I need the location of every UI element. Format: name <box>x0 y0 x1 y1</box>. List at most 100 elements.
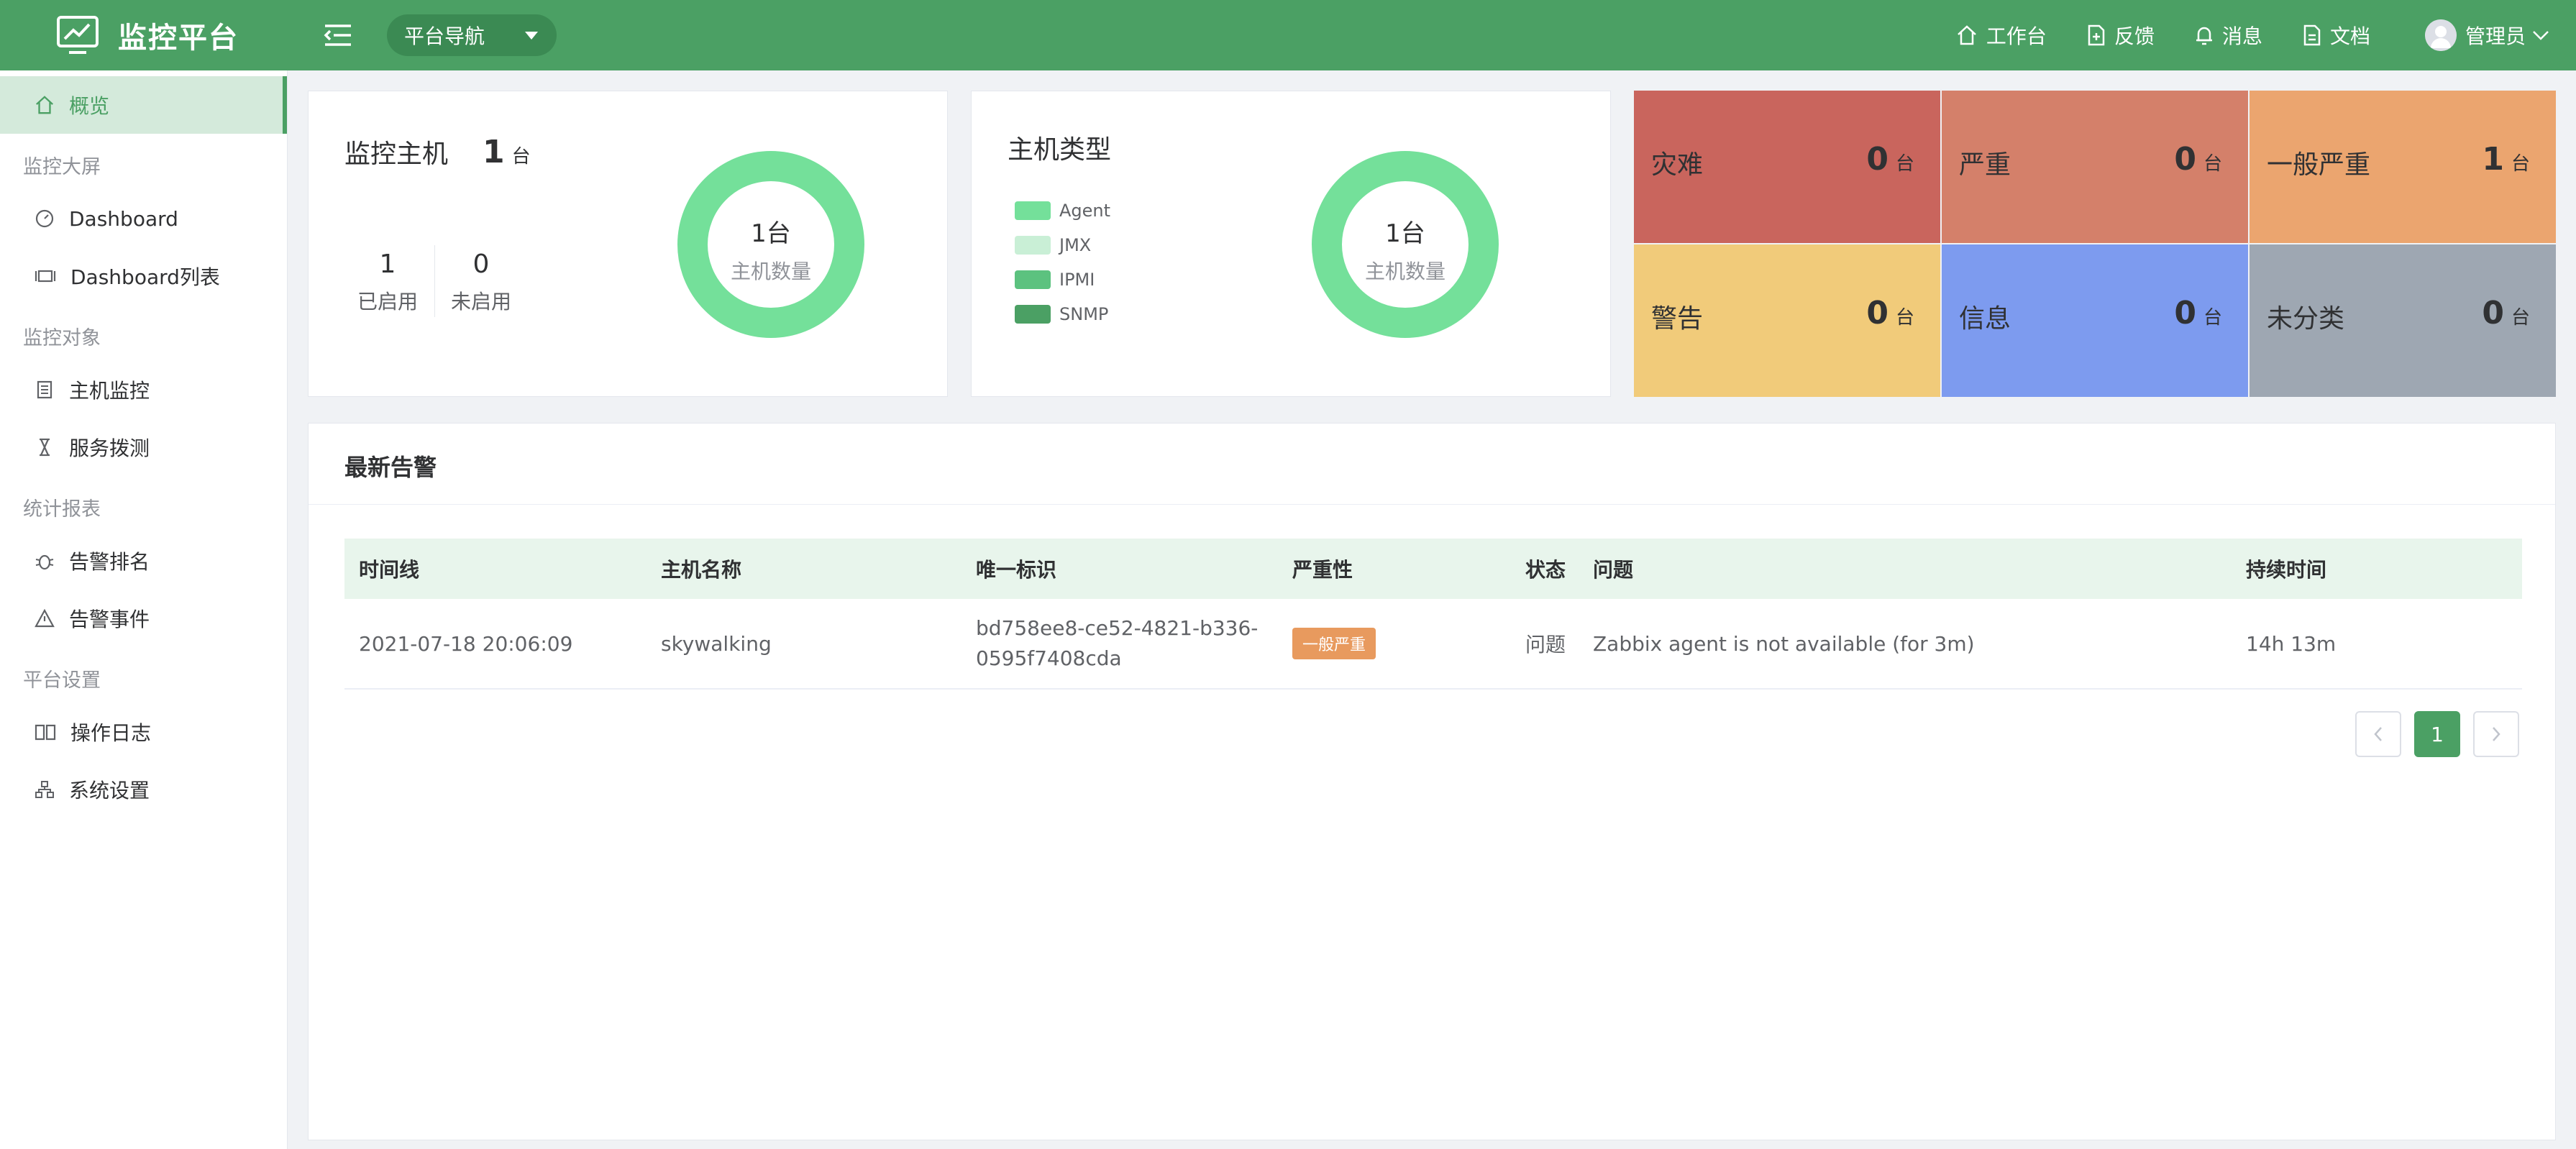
severity-name: 一般严重 <box>2267 150 2371 180</box>
severity-name: 未分类 <box>2267 304 2345 334</box>
legend-item-jmx[interactable]: JMX <box>1015 228 1110 262</box>
sidebar-item-service-probe[interactable]: 服务拨测 <box>0 418 287 476</box>
logo[interactable]: 监控平台 <box>0 0 288 70</box>
legend-swatch <box>1015 236 1051 255</box>
caret-down-icon <box>525 31 538 40</box>
cell-duration: 14h 13m <box>2246 631 2337 656</box>
sidebar-item-dashboard[interactable]: Dashboard <box>0 190 287 247</box>
next-page-button[interactable] <box>2473 711 2519 757</box>
column-header-severity[interactable]: 严重性 <box>1278 554 1511 583</box>
book-icon <box>35 724 56 741</box>
severity-count: 0台 <box>1866 295 1914 331</box>
severity-tile-info[interactable]: 信息 0台 <box>1942 244 2248 397</box>
alerts-table: 时间线 主机名称 唯一标识 严重性 状态 问题 持续时间 2021-07-18 … <box>344 539 2522 690</box>
enabled-hosts-value: 1 <box>379 250 396 279</box>
platform-nav-dropdown[interactable]: 平台导航 <box>387 14 557 56</box>
header-messages-link[interactable]: 消息 <box>2195 21 2262 50</box>
severity-name: 严重 <box>1959 150 2011 180</box>
column-header-uid[interactable]: 唯一标识 <box>962 554 1278 583</box>
server-icon <box>37 380 52 399</box>
platform-nav-label: 平台导航 <box>404 24 485 48</box>
severity-tile-disaster[interactable]: 灾难 0台 <box>1634 91 1940 243</box>
sidebar-item-label: 主机监控 <box>69 379 150 403</box>
dashboard-gauge-icon <box>35 209 54 228</box>
column-header-duration[interactable]: 持续时间 <box>2232 554 2522 583</box>
sidebar-item-label: Dashboard <box>69 206 178 231</box>
monitored-hosts-unit: 台 <box>511 146 531 168</box>
sidebar-item-label: Dashboard列表 <box>70 265 220 289</box>
column-header-status[interactable]: 状态 <box>1511 554 1579 583</box>
menu-fold-icon[interactable] <box>318 15 358 55</box>
cell-uid: bd758ee8-ce52-4821-b336- 0595f7408cda <box>976 616 1259 670</box>
severity-count: 0台 <box>2174 295 2222 331</box>
cell-host: skywalking <box>661 631 772 656</box>
header-docs-link[interactable]: 文档 <box>2303 21 2370 50</box>
divider <box>309 504 2555 505</box>
severity-tile-average[interactable]: 一般严重 1台 <box>2250 91 2556 243</box>
severity-tile-high[interactable]: 严重 0台 <box>1942 91 2248 243</box>
host-types-title: 主机类型 <box>1008 135 1112 165</box>
org-chart-icon <box>35 781 54 798</box>
sidebar-item-system-settings[interactable]: 系统设置 <box>0 761 287 818</box>
hourglass-icon <box>40 438 50 457</box>
prev-page-button[interactable] <box>2355 711 2401 757</box>
disabled-hosts-value: 0 <box>472 250 490 279</box>
host-types-card: 主机类型 Agent JMX IPMI SNMP 1台 主机数量 <box>971 91 1611 397</box>
cell-status: 问题 <box>1525 633 1566 656</box>
donut-caption: 主机数量 <box>730 260 811 283</box>
header-feedback-label: 反馈 <box>2114 24 2155 48</box>
bug-icon <box>35 554 54 570</box>
sidebar: 概览 监控大屏 Dashboard Dashboard列表 监控对象 主机监控 … <box>0 70 288 1149</box>
header-workbench-label: 工作台 <box>1986 24 2047 48</box>
chart-logo-icon <box>55 12 101 58</box>
user-name: 管理员 <box>2465 24 2526 48</box>
user-menu[interactable]: 管理员 <box>2424 19 2550 51</box>
column-header-problem[interactable]: 问题 <box>1579 554 2232 583</box>
severity-count: 0台 <box>1866 141 1914 178</box>
legend-item-agent[interactable]: Agent <box>1015 193 1110 228</box>
legend-swatch <box>1015 305 1051 324</box>
disabled-hosts-label: 未启用 <box>450 290 511 313</box>
page-1-button[interactable]: 1 <box>2414 711 2460 757</box>
legend-item-snmp[interactable]: SNMP <box>1015 297 1110 331</box>
table-row[interactable]: 2021-07-18 20:06:09 skywalking bd758ee8-… <box>344 599 2522 690</box>
severity-tile-unclassified[interactable]: 未分类 0台 <box>2250 244 2556 397</box>
sidebar-group-title: 平台设置 <box>23 669 101 692</box>
sidebar-item-overview[interactable]: 概览 <box>0 76 287 134</box>
cell-time: 2021-07-18 20:06:09 <box>359 631 573 656</box>
severity-name: 信息 <box>1959 304 2011 334</box>
donut-value: 1台 <box>751 219 791 248</box>
severity-count: 0台 <box>2174 141 2222 178</box>
chevron-right-icon <box>2493 727 2500 741</box>
severity-tile-warning[interactable]: 警告 0台 <box>1634 244 1940 397</box>
avatar <box>2424 19 2457 51</box>
sidebar-item-operation-log[interactable]: 操作日志 <box>0 703 287 761</box>
header-feedback-link[interactable]: 反馈 <box>2087 21 2155 50</box>
column-header-host[interactable]: 主机名称 <box>647 554 962 583</box>
sidebar-group-title: 统计报表 <box>23 498 101 521</box>
warning-icon <box>35 608 55 628</box>
header-messages-label: 消息 <box>2221 24 2262 48</box>
dashboard-list-icon <box>35 270 56 283</box>
monitored-hosts-count: 1 <box>483 134 505 170</box>
sidebar-item-host-monitor[interactable]: 主机监控 <box>0 361 287 418</box>
column-header-time[interactable]: 时间线 <box>344 554 647 583</box>
chevron-down-icon <box>2533 31 2549 40</box>
host-count-donut-label: 1台 主机数量 <box>699 214 843 285</box>
home-icon <box>1958 25 1976 45</box>
disabled-hosts-stat: 0 未启用 <box>445 250 517 315</box>
sidebar-item-alert-ranking[interactable]: 告警排名 <box>0 532 287 590</box>
legend-item-ipmi[interactable]: IPMI <box>1015 262 1110 297</box>
sidebar-item-alert-events[interactable]: 告警事件 <box>0 590 287 647</box>
legend-swatch <box>1015 270 1051 289</box>
top-header: 监控平台 平台导航 工作台 反馈 消息 文档 管理员 <box>0 0 2576 70</box>
header-workbench-link[interactable]: 工作台 <box>1956 21 2047 50</box>
enabled-hosts-label: 已启用 <box>357 290 418 313</box>
severity-count: 1台 <box>2482 141 2530 178</box>
latest-alerts-panel: 最新告警 时间线 主机名称 唯一标识 严重性 状态 问题 持续时间 2021-0… <box>308 423 2556 1140</box>
header-docs-label: 文档 <box>2329 24 2370 48</box>
monitored-hosts-card: 监控主机 1 台 1 已启用 0 未启用 1台 主机数量 <box>308 91 948 397</box>
cell-severity: 一般严重 <box>1278 628 1511 659</box>
monitored-hosts-title: 监控主机 1 台 <box>344 134 531 170</box>
sidebar-item-dashboard-list[interactable]: Dashboard列表 <box>0 247 287 305</box>
